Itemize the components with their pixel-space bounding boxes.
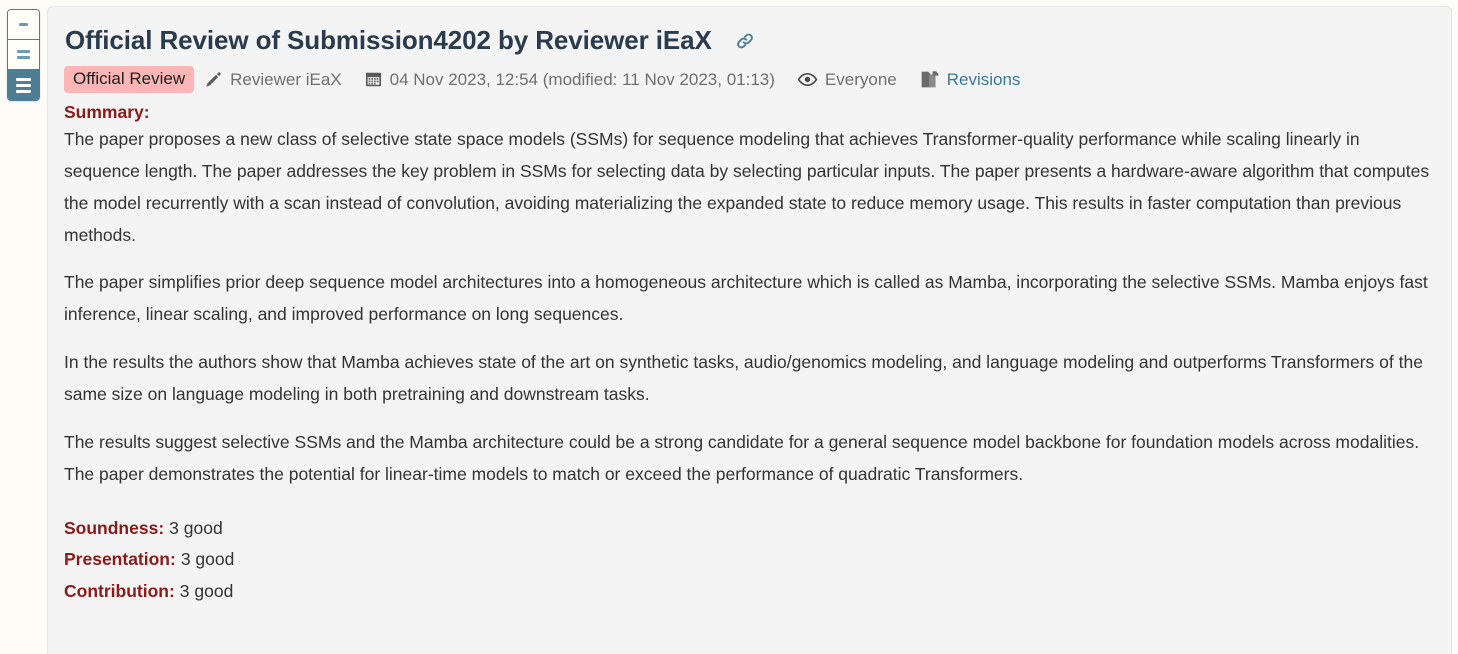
calendar-icon xyxy=(364,70,383,89)
note-title-row: Official Review of Submission4202 by Rev… xyxy=(64,25,1435,56)
note-meta-row: Official Review Reviewer iEaX 04 Nov 202… xyxy=(64,66,1435,94)
rating-value: 3 good xyxy=(169,517,223,538)
summary-paragraph: The paper proposes a new class of select… xyxy=(64,129,1430,245)
summary-paragraph: The paper simplifies prior deep sequence… xyxy=(64,272,1428,325)
rating-label: Soundness: xyxy=(64,517,165,538)
summary-body: The paper proposes a new class of select… xyxy=(64,124,1435,490)
revisions-link[interactable]: Revisions xyxy=(947,70,1021,90)
signature-text: Reviewer iEaX xyxy=(230,69,342,89)
note-signature: Reviewer iEaX xyxy=(204,70,342,90)
rating-label: Contribution: xyxy=(64,581,175,602)
rating-row-presentation: Presentation: 3 good xyxy=(64,544,1435,576)
note-readers: Everyone xyxy=(797,69,897,90)
chain-link-icon[interactable] xyxy=(734,30,756,52)
note-date: 04 Nov 2023, 12:54 (modified: 11 Nov 202… xyxy=(364,70,775,90)
rating-value: 3 good xyxy=(179,581,234,602)
pencil-icon xyxy=(204,70,223,89)
review-note-card: Official Review of Submission4202 by Rev… xyxy=(47,6,1452,654)
status-badge: Official Review xyxy=(64,66,195,94)
rating-label: Presentation: xyxy=(64,549,176,570)
pages-icon xyxy=(919,69,940,90)
rating-row-contribution: Contribution: 3 good xyxy=(64,576,1435,608)
page-root: Official Review of Submission4202 by Rev… xyxy=(0,0,1458,654)
readers-text: Everyone xyxy=(824,69,897,89)
note-content: Summary: The paper proposes a new class … xyxy=(64,102,1435,608)
rating-row-soundness: Soundness: 3 good xyxy=(64,513,1435,545)
density-option-expanded[interactable] xyxy=(8,70,39,100)
page-title: Official Review of Submission4202 by Rev… xyxy=(65,25,712,55)
summary-label: Summary: xyxy=(64,102,150,123)
density-option-compact[interactable] xyxy=(8,10,39,40)
three-line-icon xyxy=(16,77,31,81)
two-line-icon xyxy=(17,56,30,59)
density-option-medium[interactable] xyxy=(8,40,39,70)
text-density-toggle[interactable] xyxy=(7,9,40,101)
single-line-icon xyxy=(19,23,28,26)
three-line-icon xyxy=(16,89,31,93)
eye-icon xyxy=(797,69,818,90)
three-line-icon xyxy=(16,83,31,87)
two-line-icon xyxy=(17,50,30,53)
note-revisions[interactable]: Revisions xyxy=(919,69,1021,90)
summary-paragraph: The results suggest selective SSMs and t… xyxy=(64,431,1420,484)
rating-value: 3 good xyxy=(180,549,235,570)
date-text: 04 Nov 2023, 12:54 (modified: 11 Nov 202… xyxy=(389,69,775,89)
ratings-block: Soundness: 3 good Presentation: 3 good Con… xyxy=(64,513,1435,609)
summary-paragraph: In the results the authors show that Mam… xyxy=(64,352,1423,404)
